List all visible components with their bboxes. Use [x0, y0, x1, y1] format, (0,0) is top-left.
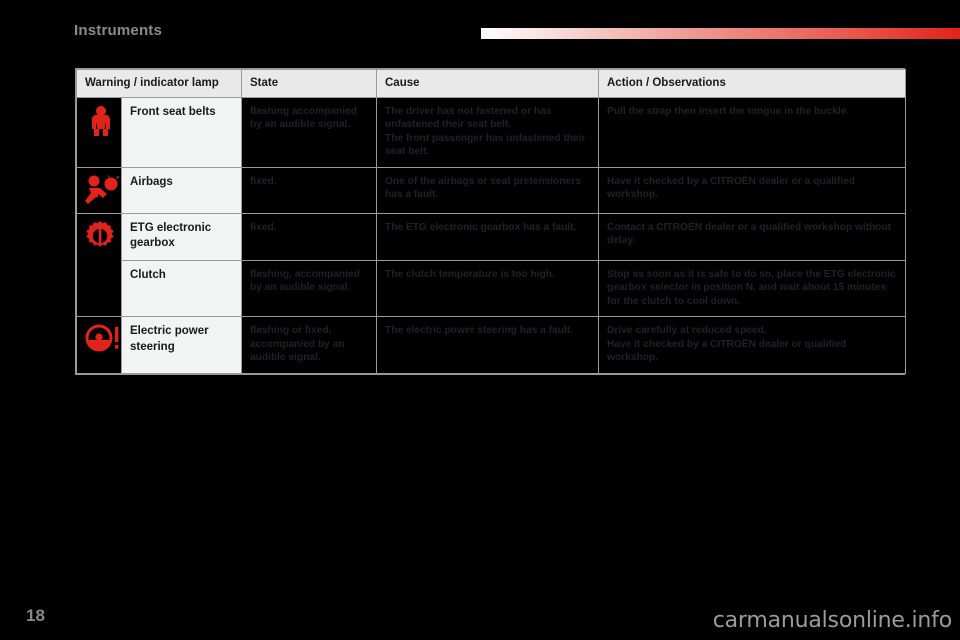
page-title: Instruments — [74, 22, 163, 39]
column-header-cause: Cause — [376, 69, 599, 98]
table-row: Clutch flashing, accompanied by an audib… — [77, 259, 906, 318]
action-cell: Drive carefully at reduced speed. Have it… — [598, 316, 906, 374]
lamp-name-cell: Front seat belts — [121, 97, 242, 168]
column-header-state: State — [241, 69, 377, 98]
gearbox-gear-icon — [85, 220, 114, 251]
cause-cell: The driver has not fastened or has unfas… — [376, 97, 599, 168]
icon-cell-gearbox — [76, 212, 122, 318]
action-cell: Pull the strap then insert the tongue in… — [598, 97, 906, 168]
state-cell: flashing or fixed, accompanied by an aud… — [241, 316, 377, 374]
steering-wheel-icon — [85, 324, 119, 352]
table-body: Front seat belts flashing accompanied by… — [76, 97, 906, 374]
icon-cell-seat-belt — [76, 97, 122, 168]
table-row: Electric power steering flashing or fixe… — [76, 316, 906, 374]
state-cell: fixed. — [241, 212, 377, 261]
action-cell: Contact a CITROËN dealer or a qualified … — [598, 212, 906, 261]
table-row: Front seat belts flashing accompanied by… — [76, 97, 906, 168]
page-number: 18 — [26, 606, 45, 625]
column-header-action: Action / Observations — [598, 69, 906, 98]
table-header-row: Warning / indicator lamp State Cause Act… — [76, 69, 906, 98]
column-header-lamp: Warning / indicator lamp — [76, 69, 242, 98]
warning-lamps-table: Warning / indicator lamp State Cause Act… — [76, 69, 906, 374]
lamp-name-cell: Airbags — [121, 166, 242, 214]
state-cell: fixed. — [241, 166, 377, 214]
table-row: Airbags fixed. One of the airbags or sea… — [76, 166, 906, 214]
watermark: carmanualsonline.info — [712, 608, 952, 633]
icon-cell-steering — [76, 316, 122, 374]
warning-lamps-table-container: Warning / indicator lamp State Cause Act… — [75, 68, 906, 375]
lamp-name-cell: Electric power steering — [121, 316, 242, 374]
cause-cell: The ETG electronic gearbox has a fault. — [376, 212, 599, 261]
action-cell: Stop as soon as it is safe to do so, pla… — [598, 259, 906, 318]
seat-belt-icon — [85, 105, 113, 139]
state-cell: flashing, accompanied by an audible sign… — [241, 259, 377, 318]
table-row: ETG electronic gearbox fixed. The ETG el… — [76, 212, 906, 318]
state-cell: flashing accompanied by an audible signa… — [241, 97, 377, 168]
cause-cell: The clutch temperature is too high. — [376, 259, 599, 318]
icon-cell-airbag — [76, 166, 122, 214]
airbag-icon — [85, 174, 119, 205]
action-cell: Have it checked by a CITROËN dealer or a… — [598, 166, 906, 214]
header-gradient-bar — [481, 28, 960, 39]
cause-cell: The electric power steering has a fault. — [376, 316, 599, 374]
lamp-name-cell: ETG electronic gearbox — [121, 212, 242, 261]
cause-cell: One of the airbags or seat pretensioners… — [376, 166, 599, 214]
lamp-name-cell: Clutch — [121, 259, 242, 318]
